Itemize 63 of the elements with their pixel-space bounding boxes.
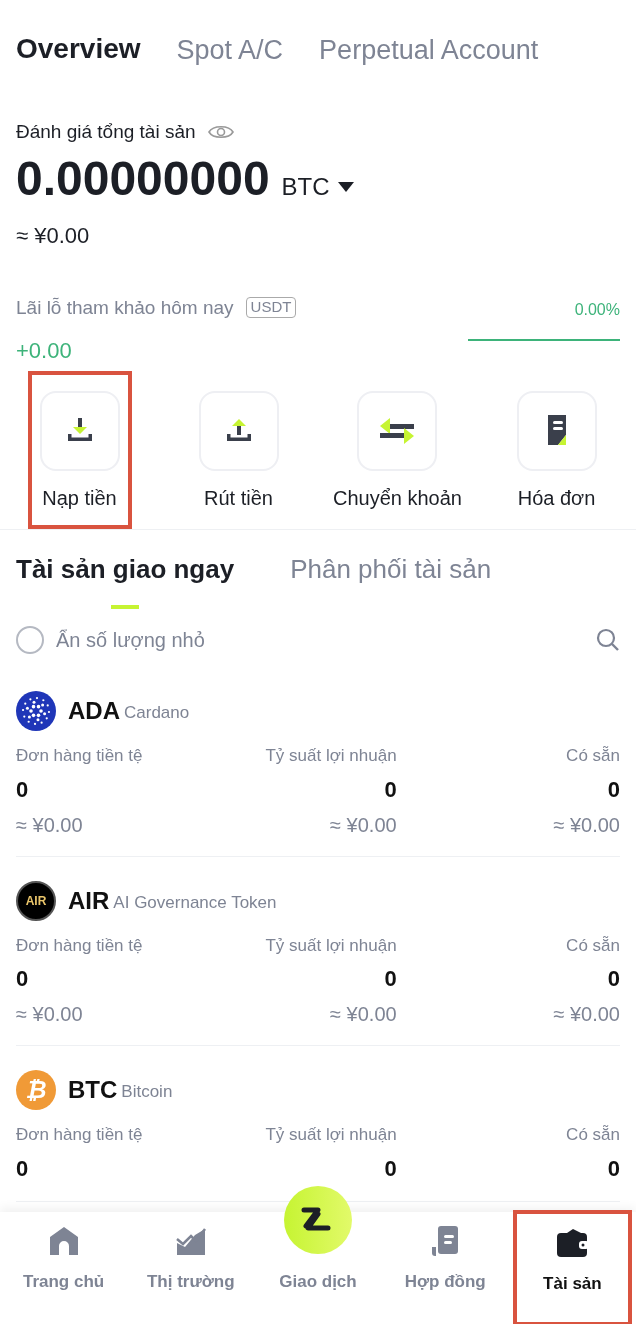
column-label: Đơn hàng tiền tệ bbox=[16, 934, 143, 957]
column-label: Tỷ suất lợi nhuận bbox=[265, 1124, 397, 1146]
fiat-value: ≈ ¥0.00 bbox=[330, 812, 397, 838]
section-tab[interactable]: Phân phối tài sản bbox=[290, 550, 492, 609]
pnl-percent: 0.00% bbox=[574, 299, 620, 320]
action-button[interactable]: Hóa đơn bbox=[504, 371, 609, 529]
trade-button[interactable] bbox=[284, 1186, 352, 1254]
nav-tab[interactable]: Trang chủ bbox=[0, 1212, 128, 1324]
column-label: Đơn hàng tiền tệ bbox=[16, 1124, 143, 1146]
coin-logo: ₿ bbox=[16, 1070, 56, 1110]
balance-label: Đánh giá tổng tài sản bbox=[16, 120, 196, 144]
checkbox-label: Ẩn số lượng nhỏ bbox=[56, 628, 205, 653]
column-value: 0 bbox=[16, 965, 29, 993]
coin-logo: AIR bbox=[16, 880, 56, 921]
column-value: 0 bbox=[607, 965, 620, 993]
coin-logo bbox=[16, 691, 56, 731]
fiat-value: ≈ ¥0.00 bbox=[16, 812, 83, 838]
column-value: 0 bbox=[16, 1154, 29, 1183]
nav-tab[interactable]: Tài sản bbox=[512, 1210, 632, 1324]
wallet-icon bbox=[555, 1226, 590, 1259]
balance-amount: 0.00000000 bbox=[16, 154, 270, 203]
fiat-value: ≈ ¥0.00 bbox=[553, 1002, 620, 1027]
coin-symbol: BTC bbox=[68, 1075, 118, 1105]
account-tab[interactable]: Perpetual Account bbox=[319, 29, 539, 70]
coin-symbol: AIR bbox=[68, 885, 110, 916]
fiat-value: ≈ ¥0.00 bbox=[16, 1002, 83, 1027]
search-icon[interactable] bbox=[596, 628, 620, 652]
action-button[interactable]: Rút tiền bbox=[186, 371, 291, 529]
transfer-icon bbox=[378, 416, 417, 446]
account-tab[interactable]: Spot A/C bbox=[176, 29, 284, 70]
account-tab[interactable]: Overview bbox=[16, 28, 141, 70]
coin-symbol: ADA bbox=[68, 696, 120, 726]
unit-dropdown[interactable]: BTC bbox=[281, 168, 354, 205]
coin-name: AI Governance Token bbox=[113, 891, 277, 914]
column-value: 0 bbox=[607, 1154, 620, 1183]
currency-tag: USDT bbox=[245, 297, 297, 319]
pnl-value: +0.00 bbox=[16, 337, 73, 365]
column-value: 0 bbox=[384, 1154, 397, 1183]
column-label: Đơn hàng tiền tệ bbox=[16, 745, 143, 767]
caret-icon bbox=[337, 181, 354, 192]
nav-tab[interactable]: Thị trường bbox=[127, 1212, 255, 1324]
action-button[interactable]: Chuyển khoản bbox=[321, 371, 474, 529]
pnl-label: Lãi lỗ tham khảo hôm nay bbox=[16, 295, 234, 320]
fiat-value: ≈ ¥0.00 bbox=[553, 812, 620, 838]
column-value: 0 bbox=[16, 775, 29, 804]
nav-tab[interactable]: Hợp đồng bbox=[381, 1212, 509, 1324]
fiat-value: ≈ ¥0.00 bbox=[330, 1002, 397, 1027]
fiat-value: ≈ ¥0.00 bbox=[15, 221, 91, 250]
column-value: 0 bbox=[607, 775, 620, 804]
column-label: Có sẵn bbox=[566, 1124, 620, 1146]
column-label: Tỷ suất lợi nhuận bbox=[265, 934, 397, 957]
column-label: Có sẵn bbox=[566, 934, 620, 957]
coin-name: Bitcoin bbox=[121, 1081, 173, 1104]
column-value: 0 bbox=[384, 775, 397, 804]
coin-name: Cardano bbox=[124, 702, 190, 725]
section-tab[interactable]: Tài sản giao ngay bbox=[16, 550, 235, 609]
home-icon bbox=[47, 1224, 80, 1257]
column-label: Tỷ suất lợi nhuận bbox=[265, 745, 397, 767]
action-button[interactable]: Nạp tiền bbox=[27, 371, 132, 529]
nav-tab[interactable]: Giao dịch bbox=[279, 1268, 357, 1294]
column-label: Có sẵn bbox=[566, 745, 620, 767]
checkbox[interactable] bbox=[16, 626, 44, 654]
column-value: 0 bbox=[384, 965, 397, 993]
